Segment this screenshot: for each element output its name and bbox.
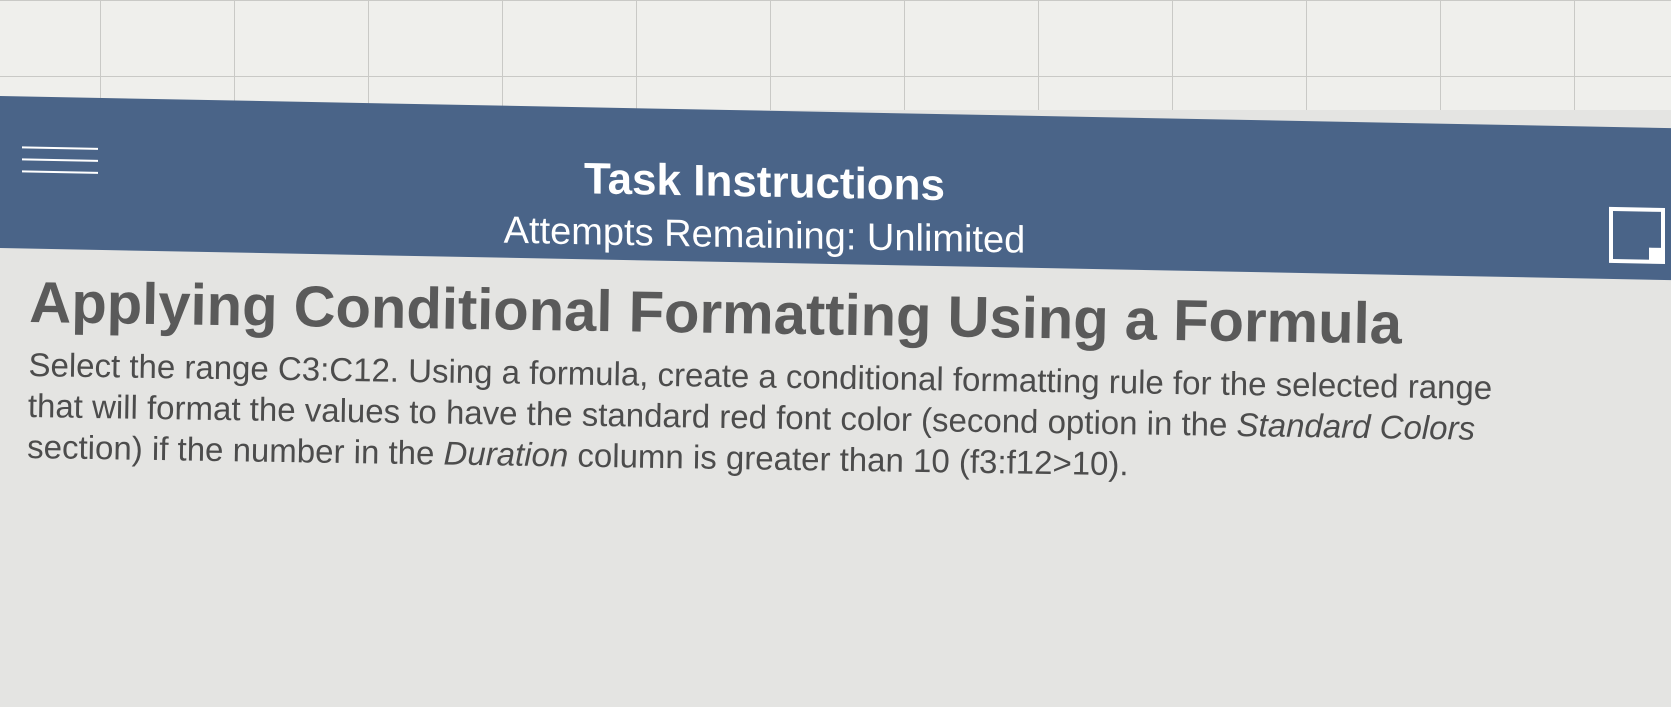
spreadsheet-grid-background	[0, 0, 1671, 110]
task-content: Applying Conditional Formatting Using a …	[27, 270, 1630, 492]
header-titles: Task Instructions Attempts Remaining: Un…	[0, 140, 1671, 278]
task-instructions-header: Task Instructions Attempts Remaining: Un…	[0, 96, 1671, 281]
expand-icon[interactable]	[1609, 206, 1665, 264]
task-text-duration: Duration	[443, 434, 569, 474]
task-text-3: column is greater than 10 (f3:f12>10).	[567, 436, 1129, 483]
task-text-2: section) if the number in the	[26, 427, 444, 472]
task-description: Select the range C3:C12. Using a formula…	[27, 344, 1529, 491]
task-text-standard-colors: Standard Colors	[1236, 405, 1476, 447]
